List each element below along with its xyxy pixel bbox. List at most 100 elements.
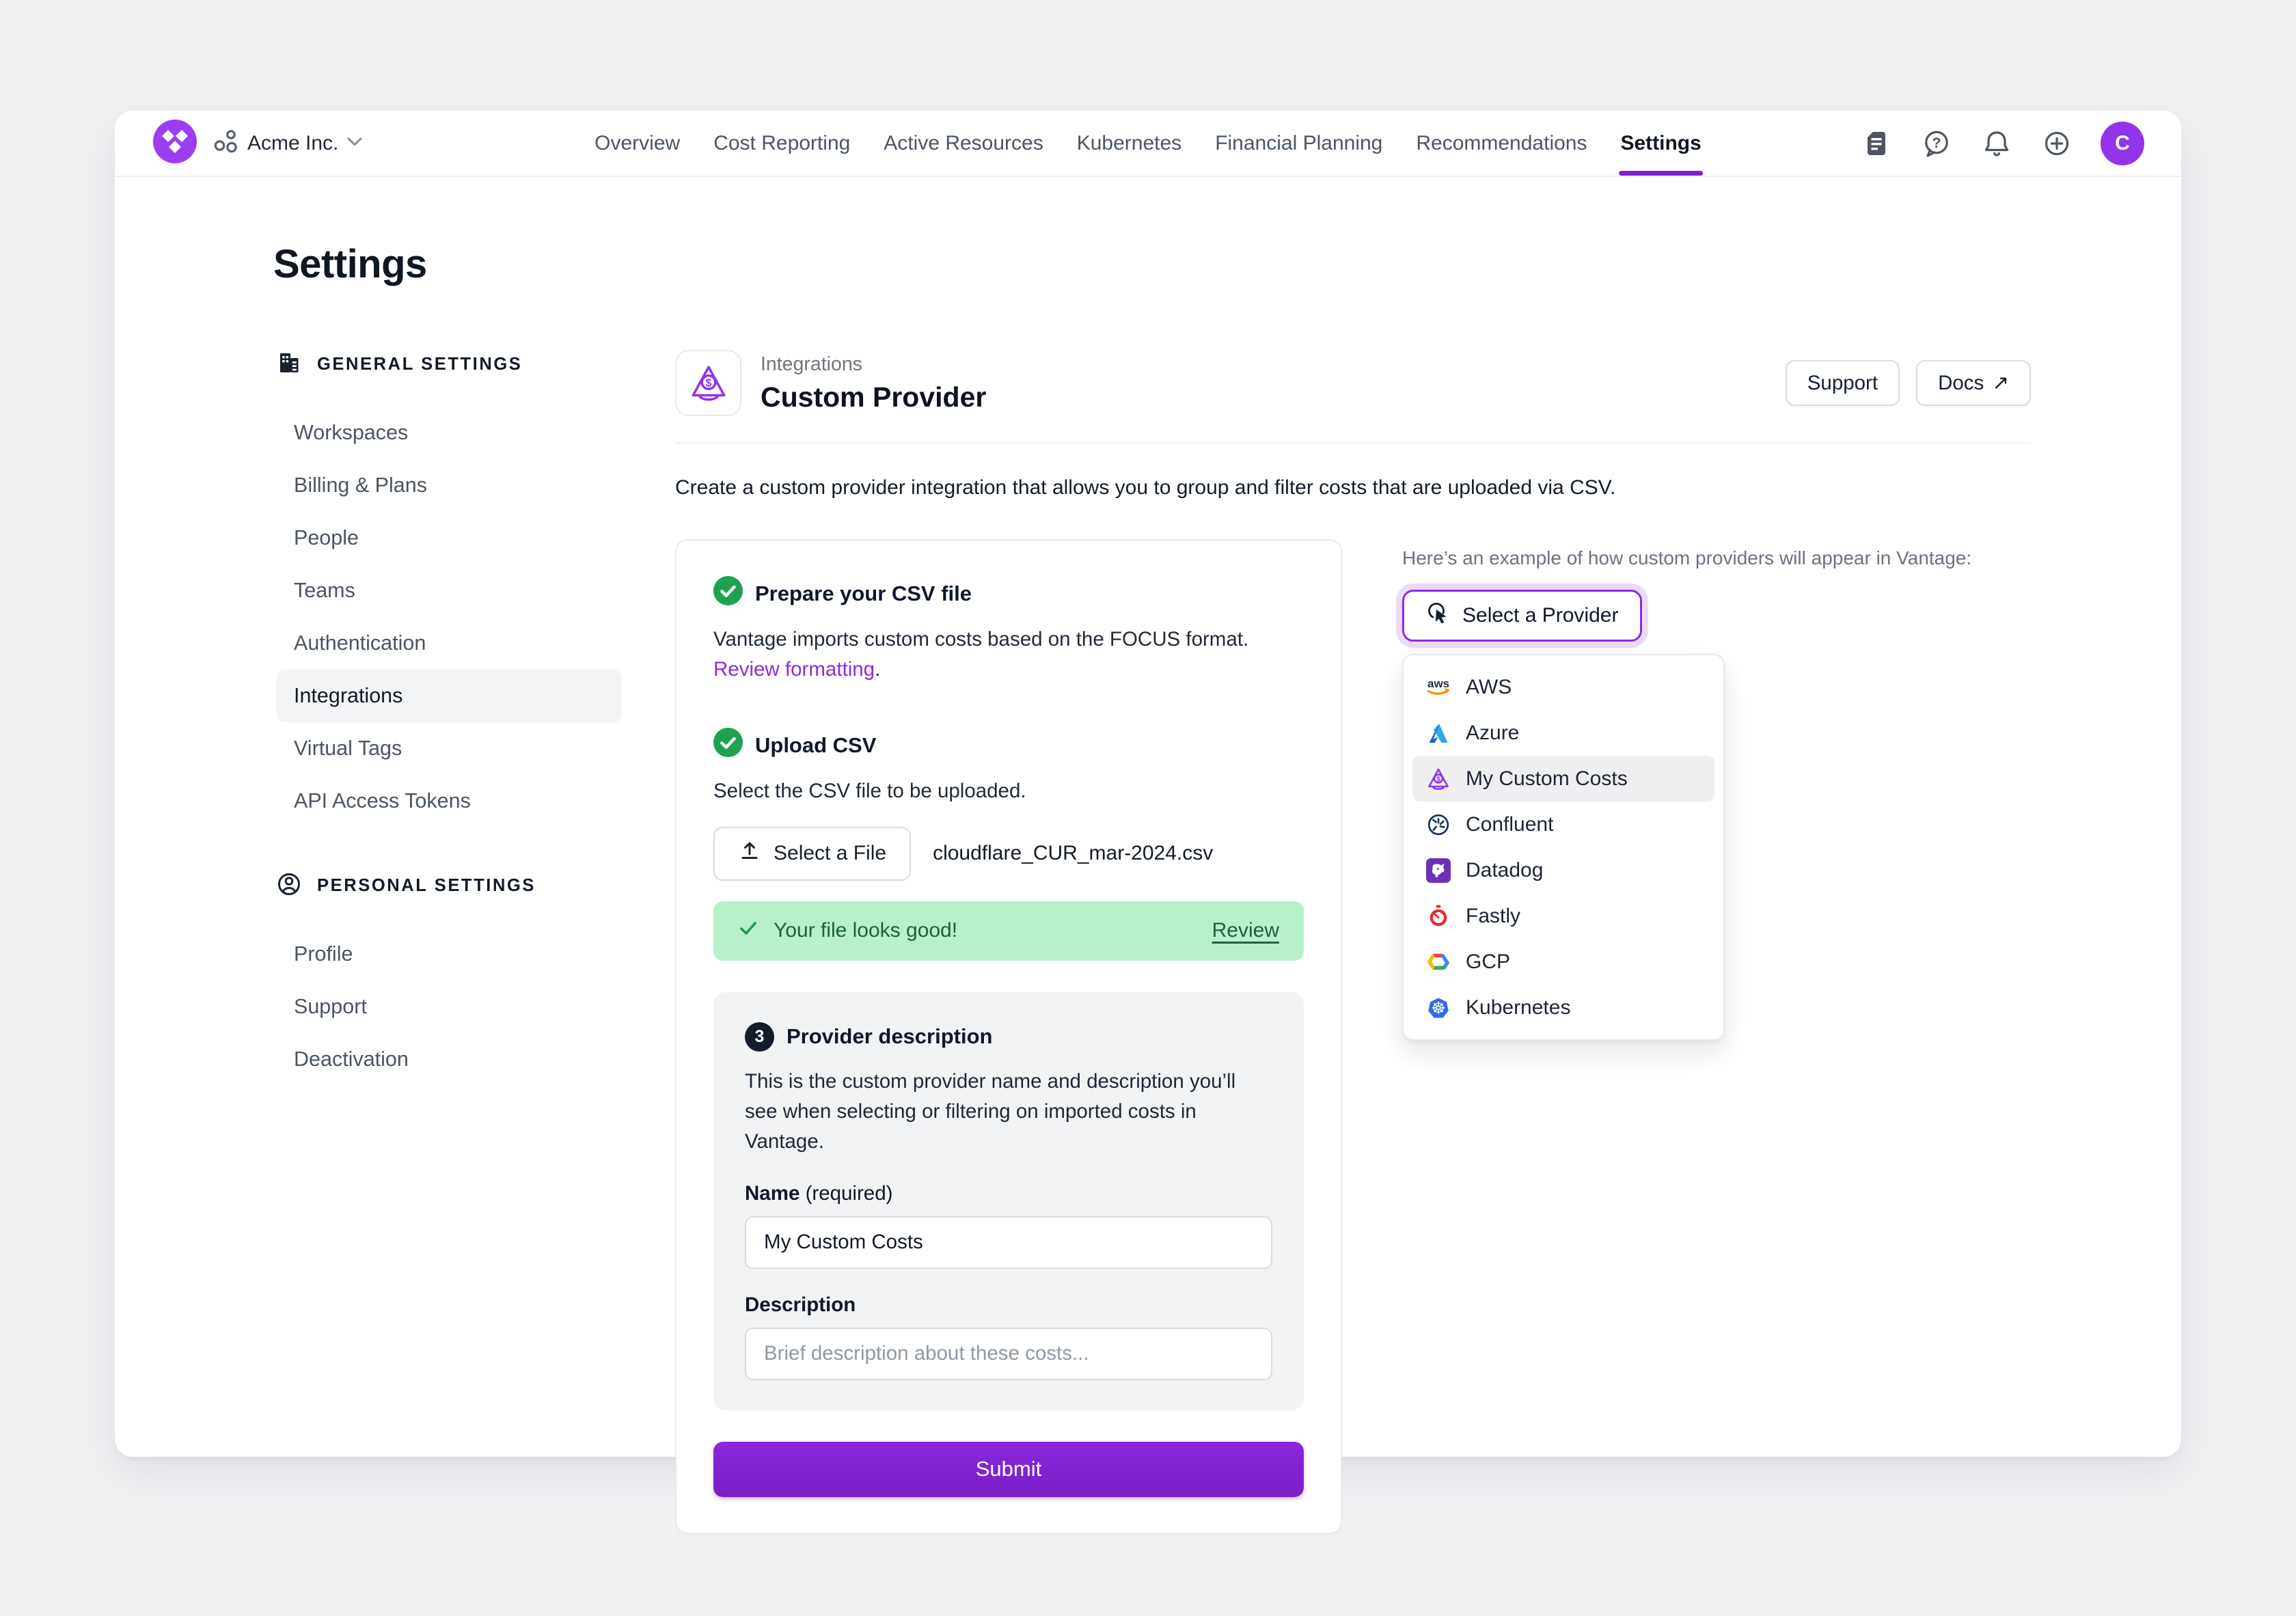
- nav-active-resources[interactable]: Active Resources: [884, 111, 1043, 176]
- step-upload-head: Upload CSV: [713, 728, 1304, 763]
- description-input[interactable]: [745, 1328, 1272, 1380]
- csv-upload-card: Prepare your CSV file Vantage imports cu…: [675, 539, 1342, 1534]
- provider-item-fastly[interactable]: Fastly: [1412, 893, 1714, 939]
- file-valid-banner: Your file looks good! Review: [713, 901, 1304, 961]
- gcp-icon: [1425, 948, 1452, 976]
- provider-item-confluent[interactable]: Confluent: [1412, 802, 1714, 847]
- external-link-arrow-icon: ↗: [1992, 371, 2009, 395]
- kubernetes-icon: ☸: [1425, 994, 1452, 1022]
- cursor-click-icon: [1426, 601, 1451, 631]
- step-prepare-body: Vantage imports custom costs based on th…: [713, 625, 1287, 684]
- provider-item-my-custom-costs[interactable]: $ My Custom Costs: [1412, 756, 1714, 802]
- header-divider: [675, 442, 2031, 443]
- intro-text: Create a custom provider integration tha…: [675, 476, 2031, 499]
- content-area: GENERAL SETTINGS Workspaces Billing & Pl…: [115, 350, 2181, 1616]
- step-describe-title: Provider description: [787, 1024, 992, 1049]
- person-circle-icon: [276, 871, 302, 901]
- sidebar-item-profile[interactable]: Profile: [276, 928, 622, 981]
- vantage-logo[interactable]: [153, 120, 197, 167]
- integration-header: $ Integrations Custom Provider Support D…: [675, 350, 2031, 416]
- svg-text:$: $: [1436, 776, 1440, 783]
- banner-review-link[interactable]: Review: [1212, 919, 1279, 942]
- personal-settings-list: Profile Support Deactivation: [276, 928, 622, 1086]
- nav-recommendations[interactable]: Recommendations: [1416, 111, 1587, 176]
- main-panel: $ Integrations Custom Provider Support D…: [675, 350, 2031, 1534]
- integration-title: Custom Provider: [761, 381, 986, 413]
- support-button[interactable]: Support: [1786, 360, 1900, 406]
- step-3-badge: 3: [745, 1022, 774, 1052]
- small-check-icon: [738, 918, 758, 944]
- step-upload-csv: Upload CSV Select the CSV file to be upl…: [713, 728, 1304, 961]
- sidebar-item-support[interactable]: Support: [276, 981, 622, 1033]
- sidebar-item-virtual-tags[interactable]: Virtual Tags: [276, 722, 622, 775]
- step-upload-title: Upload CSV: [755, 733, 876, 758]
- sidebar-item-people[interactable]: People: [276, 512, 622, 564]
- topbar-actions: ? C: [1860, 122, 2144, 165]
- select-file-button[interactable]: Select a File: [713, 827, 911, 881]
- nav-financial-planning[interactable]: Financial Planning: [1215, 111, 1382, 176]
- step-upload-body: Select the CSV file to be uploaded.: [713, 776, 1287, 806]
- select-provider-button[interactable]: Select a Provider: [1402, 590, 1642, 642]
- add-plus-icon[interactable]: [2040, 127, 2073, 160]
- personal-settings-header: PERSONAL SETTINGS: [276, 871, 622, 901]
- svg-text:aws: aws: [1427, 677, 1449, 690]
- org-switcher[interactable]: Acme Inc.: [213, 129, 363, 157]
- breadcrumb: Integrations: [761, 353, 986, 376]
- sidebar-item-billing-plans[interactable]: Billing & Plans: [276, 459, 622, 512]
- integration-titles: Integrations Custom Provider: [761, 353, 986, 413]
- notifications-bell-icon[interactable]: [1980, 127, 2013, 160]
- step-prepare-title: Prepare your CSV file: [755, 581, 972, 606]
- svg-text:$: $: [705, 377, 711, 389]
- review-formatting-link[interactable]: Review formatting: [713, 658, 875, 681]
- nav-settings[interactable]: Settings: [1620, 111, 1701, 176]
- sidebar-item-integrations[interactable]: Integrations: [276, 670, 622, 722]
- svg-text:☸: ☸: [1431, 998, 1446, 1017]
- topbar-left: Acme Inc.: [153, 120, 363, 167]
- docs-button[interactable]: Docs↗: [1916, 360, 2031, 406]
- sidebar-item-workspaces[interactable]: Workspaces: [276, 407, 622, 459]
- custom-provider-icon-box: $: [675, 350, 741, 416]
- general-settings-section: GENERAL SETTINGS Workspaces Billing & Pl…: [276, 350, 622, 827]
- changelog-icon[interactable]: [1860, 127, 1893, 160]
- svg-text:?: ?: [1932, 135, 1941, 151]
- sidebar-item-deactivation[interactable]: Deactivation: [276, 1033, 622, 1086]
- name-input[interactable]: [745, 1216, 1272, 1269]
- org-name: Acme Inc.: [247, 132, 338, 155]
- building-icon: [276, 350, 302, 379]
- submit-button[interactable]: Submit: [713, 1442, 1304, 1497]
- personal-settings-section: PERSONAL SETTINGS Profile Support Deacti…: [276, 871, 622, 1086]
- description-label: Description: [745, 1293, 1272, 1317]
- name-label: Name (required): [745, 1182, 1272, 1205]
- provider-description-panel: 3 Provider description This is the custo…: [713, 992, 1304, 1410]
- top-navigation-bar: Acme Inc. Overview Cost Reporting Active…: [115, 111, 2181, 177]
- uploaded-filename: cloudflare_CUR_mar-2024.csv: [933, 842, 1213, 865]
- page-title: Settings: [273, 241, 2181, 287]
- sidebar-item-teams[interactable]: Teams: [276, 564, 622, 617]
- upload-icon: [738, 839, 761, 868]
- sidebar-item-authentication[interactable]: Authentication: [276, 617, 622, 670]
- provider-dropdown: aws AWS: [1402, 654, 1725, 1041]
- nav-cost-reporting[interactable]: Cost Reporting: [713, 111, 850, 176]
- personal-settings-label: PERSONAL SETTINGS: [317, 876, 536, 896]
- provider-item-kubernetes[interactable]: ☸ Kubernetes: [1412, 985, 1714, 1030]
- step-prepare-csv: Prepare your CSV file Vantage imports cu…: [713, 576, 1304, 684]
- step-prepare-head: Prepare your CSV file: [713, 576, 1304, 611]
- provider-item-gcp[interactable]: GCP: [1412, 939, 1714, 985]
- chevron-down-icon: [346, 137, 363, 150]
- azure-icon: [1425, 720, 1452, 747]
- example-column: Here’s an example of how custom provider…: [1402, 539, 2031, 1041]
- aws-icon: aws: [1425, 674, 1452, 701]
- provider-item-datadog[interactable]: Datadog: [1412, 847, 1714, 893]
- banner-text: Your file looks good!: [774, 919, 957, 942]
- provider-item-aws[interactable]: aws AWS: [1412, 664, 1714, 710]
- sidebar-item-api-access-tokens[interactable]: API Access Tokens: [276, 775, 622, 827]
- custom-provider-icon: $: [686, 361, 731, 406]
- nav-overview[interactable]: Overview: [594, 111, 680, 176]
- custom-costs-icon: $: [1425, 765, 1452, 793]
- fastly-icon: [1425, 903, 1452, 930]
- general-settings-header: GENERAL SETTINGS: [276, 350, 622, 379]
- nav-kubernetes[interactable]: Kubernetes: [1077, 111, 1181, 176]
- provider-item-azure[interactable]: Azure: [1412, 710, 1714, 756]
- help-icon[interactable]: ?: [1920, 127, 1953, 160]
- user-avatar[interactable]: C: [2101, 122, 2144, 165]
